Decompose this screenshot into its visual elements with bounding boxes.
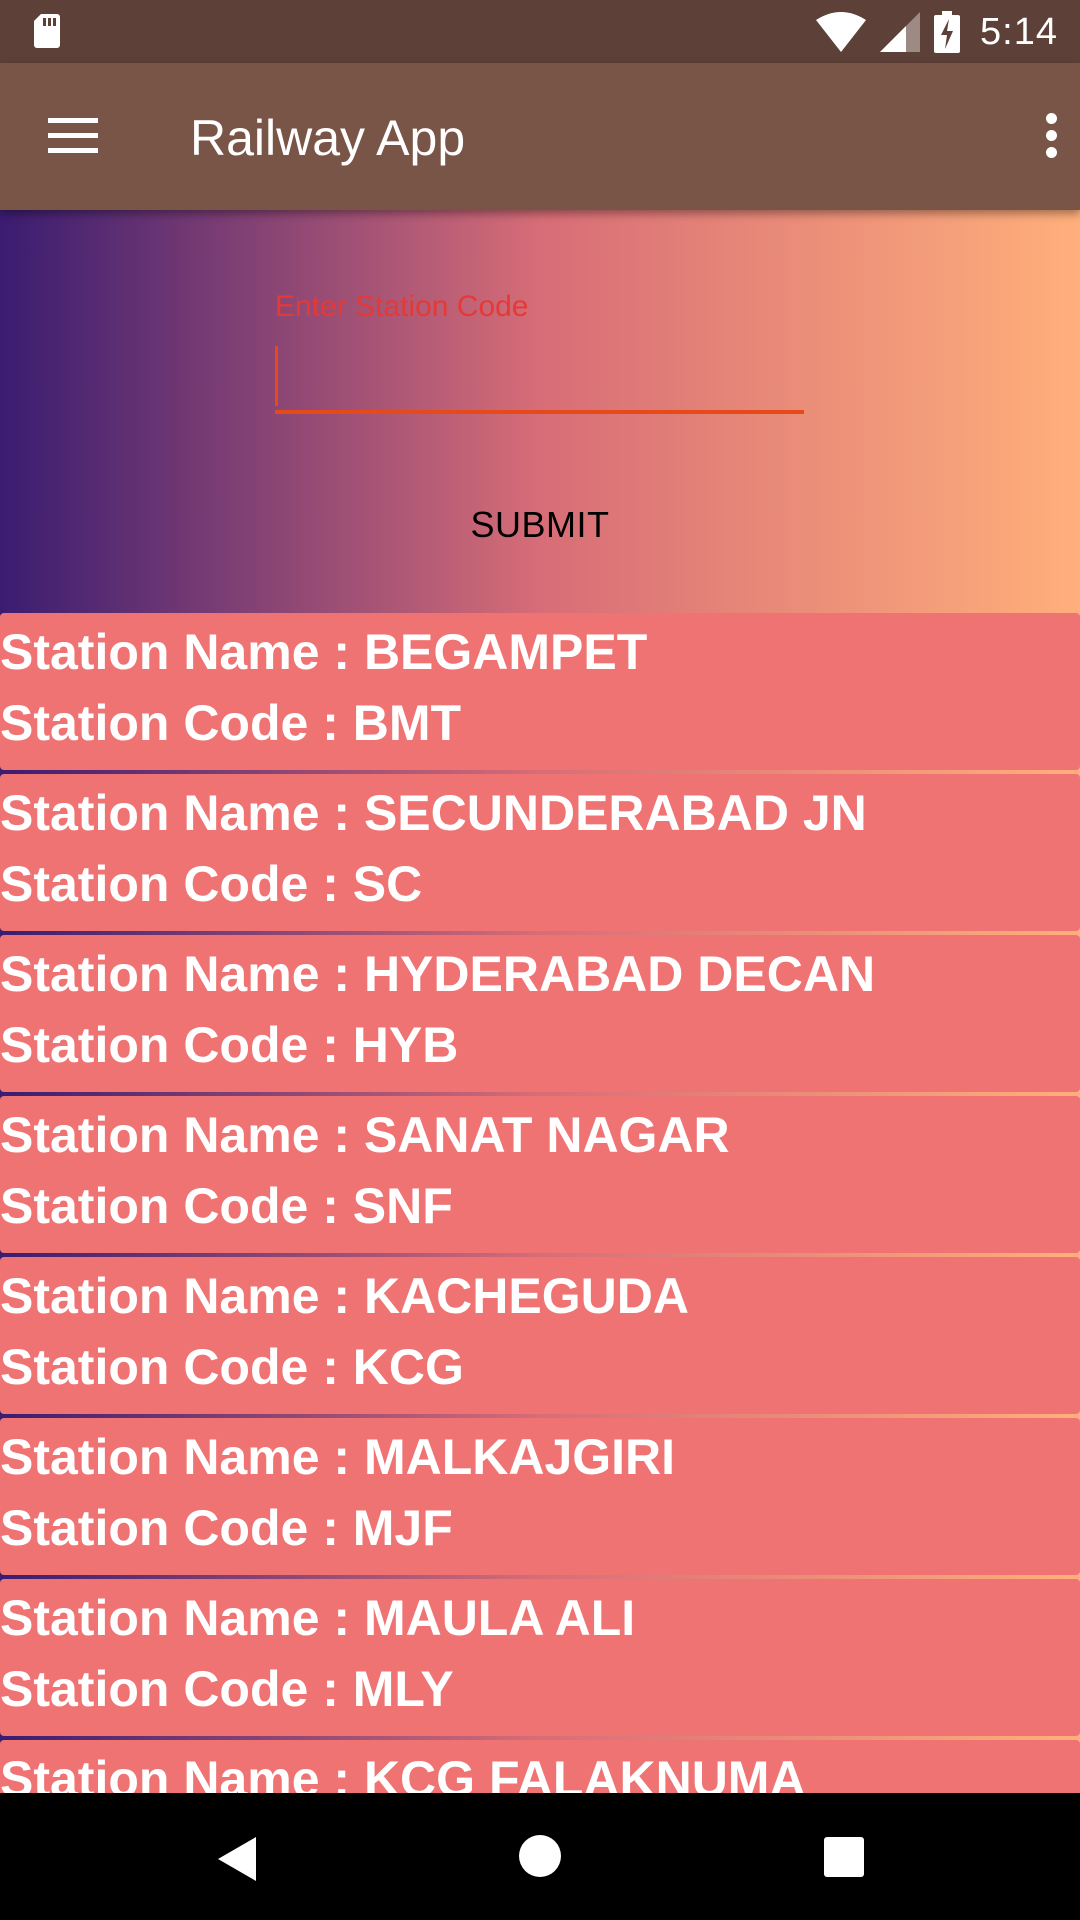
battery-charging-icon <box>934 11 961 53</box>
list-item[interactable]: Station Name : SANAT NAGAR Station Code … <box>0 1096 1080 1253</box>
menu-icon[interactable] <box>48 118 98 154</box>
wifi-icon <box>816 12 867 52</box>
home-icon[interactable] <box>519 1835 561 1877</box>
station-code: Station Code : KCG <box>0 1339 464 1395</box>
back-icon[interactable] <box>218 1837 258 1881</box>
cell-signal-icon <box>880 12 921 52</box>
station-code: Station Code : HYB <box>0 1017 459 1073</box>
list-item[interactable]: Station Name : KACHEGUDA Station Code : … <box>0 1257 1080 1414</box>
more-options-icon[interactable] <box>1046 113 1058 159</box>
station-code-label: Enter Station Code <box>275 290 529 323</box>
station-code: Station Code : MLY <box>0 1661 454 1717</box>
app-bar: Railway App <box>0 63 1080 210</box>
list-item[interactable]: Station Name : BEGAMPET Station Code : B… <box>0 613 1080 770</box>
list-item[interactable]: Station Name : KCG FALAKNUMA <box>0 1740 1080 1793</box>
list-item[interactable]: Station Name : MALKAJGIRI Station Code :… <box>0 1418 1080 1575</box>
station-name: Station Name : KCG FALAKNUMA <box>0 1751 806 1793</box>
recent-apps-icon[interactable] <box>824 1837 864 1877</box>
app-title: Railway App <box>190 110 466 166</box>
station-name: Station Name : KACHEGUDA <box>0 1268 689 1324</box>
station-name: Station Name : SECUNDERABAD JN <box>0 785 867 841</box>
station-name: Station Name : MAULA ALI <box>0 1590 636 1646</box>
station-name: Station Name : HYDERABAD DECAN <box>0 946 876 1002</box>
station-code: Station Code : SC <box>0 856 423 912</box>
text-cursor <box>275 346 278 406</box>
station-name: Station Name : MALKAJGIRI <box>0 1429 676 1485</box>
list-item[interactable]: Station Name : SECUNDERABAD JN Station C… <box>0 774 1080 931</box>
station-code: Station Code : BMT <box>0 695 462 751</box>
sd-card-icon <box>34 14 60 48</box>
submit-button[interactable]: SUBMIT <box>420 495 660 555</box>
status-bar: 5:14 <box>0 0 1080 63</box>
status-icons: 5:14 <box>816 8 1058 56</box>
station-code: Station Code : MJF <box>0 1500 453 1556</box>
station-name: Station Name : SANAT NAGAR <box>0 1107 730 1163</box>
station-list[interactable]: Station Name : BEGAMPET Station Code : B… <box>0 613 1080 1793</box>
list-item[interactable]: Station Name : HYDERABAD DECAN Station C… <box>0 935 1080 1092</box>
station-code: Station Code : SNF <box>0 1178 453 1234</box>
list-item[interactable]: Station Name : MAULA ALI Station Code : … <box>0 1579 1080 1736</box>
navigation-bar <box>0 1793 1080 1920</box>
station-name: Station Name : BEGAMPET <box>0 624 648 680</box>
status-time: 5:14 <box>980 10 1058 53</box>
station-code-input[interactable] <box>275 340 804 414</box>
